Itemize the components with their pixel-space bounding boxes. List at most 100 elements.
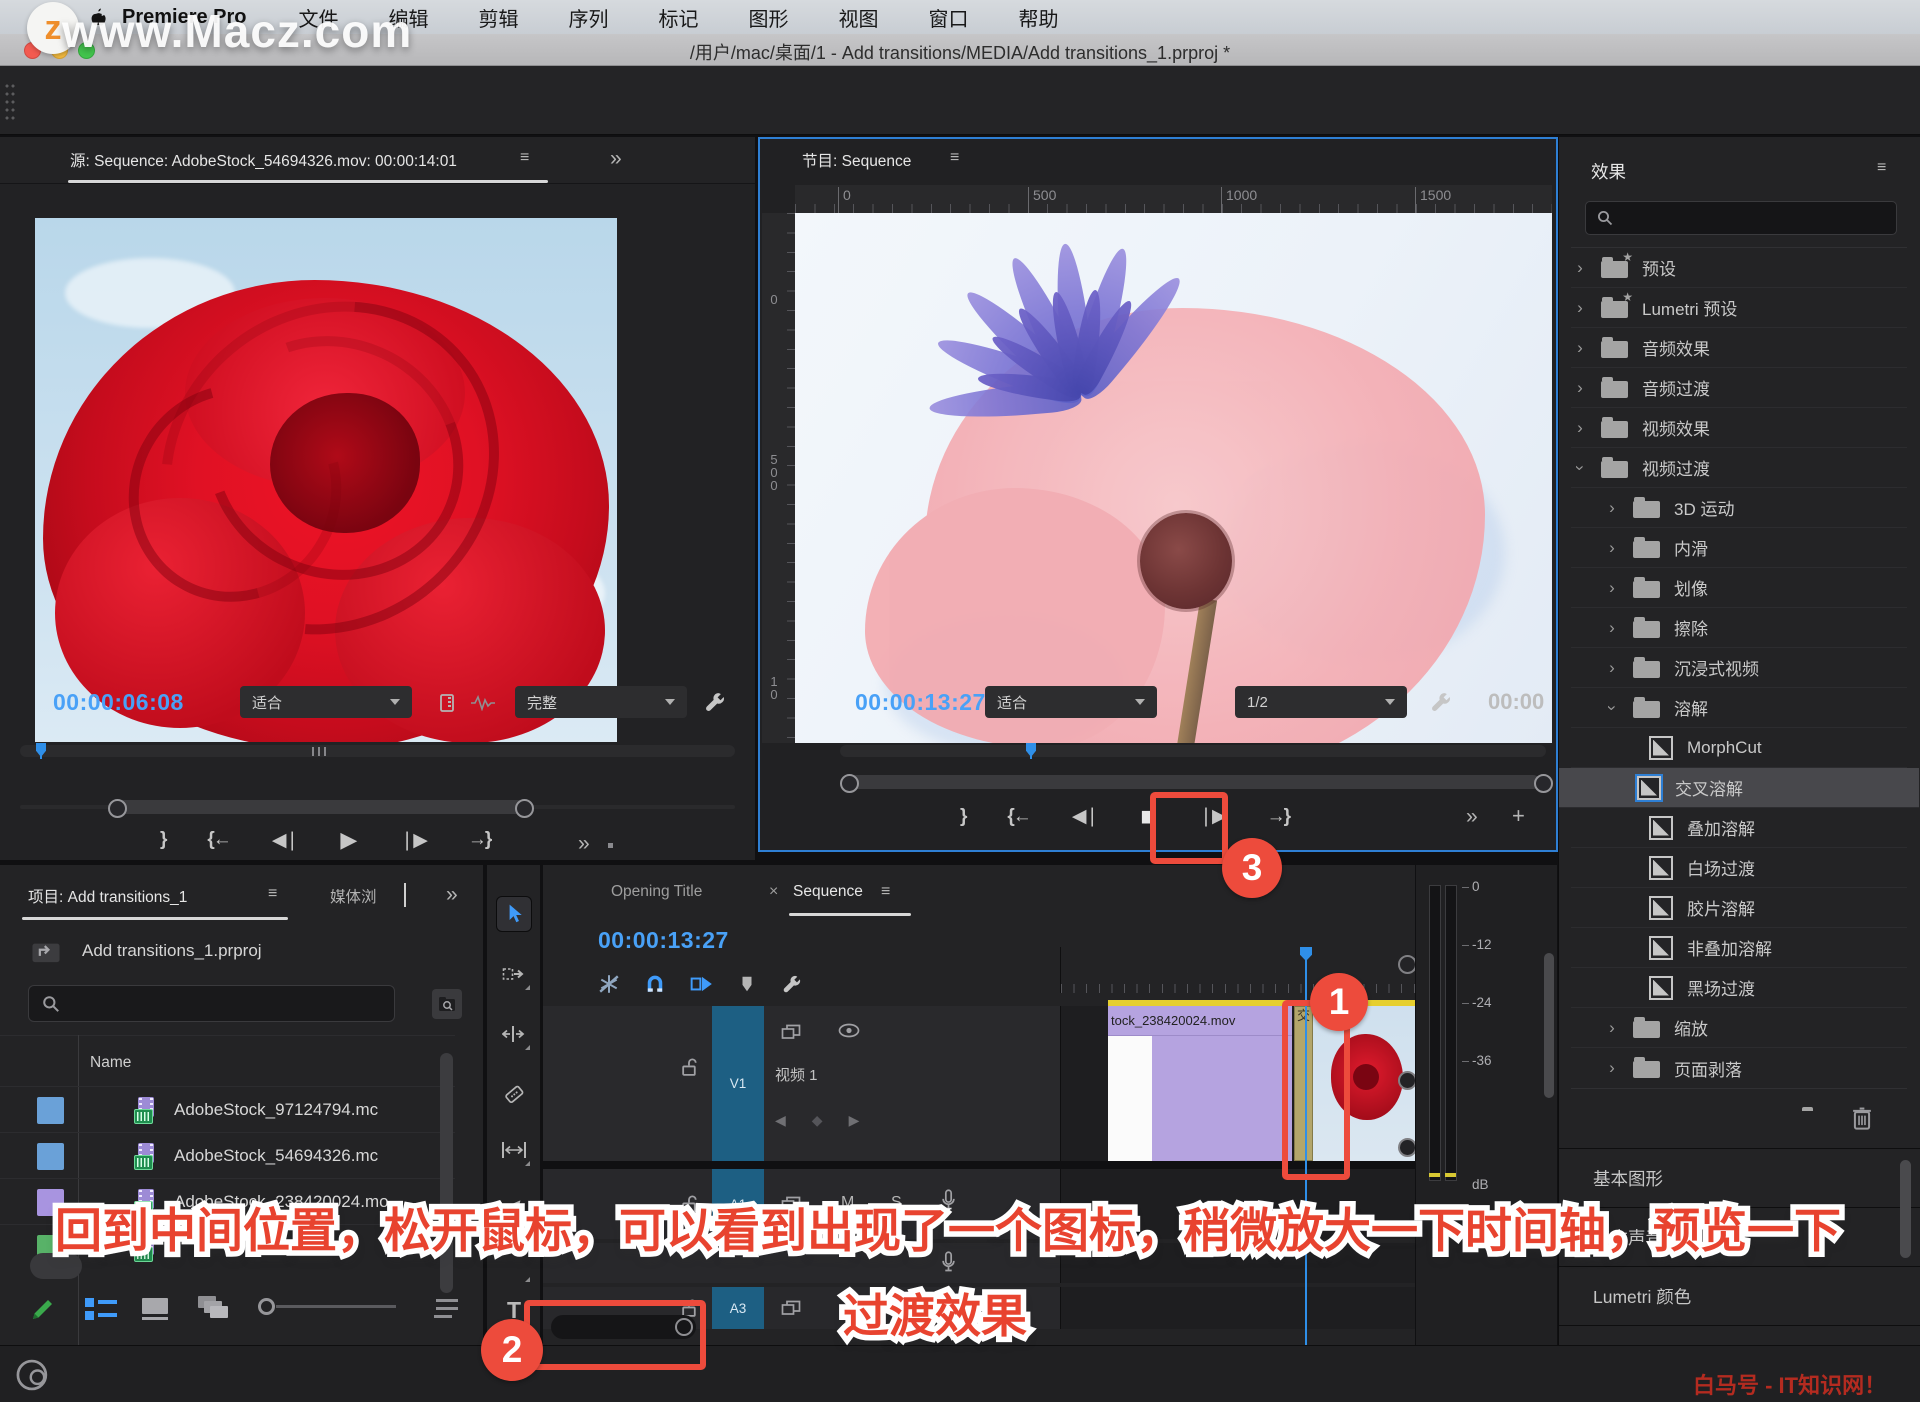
- goto-out-button[interactable]: →}: [468, 829, 490, 851]
- zoom-slider-knob[interactable]: [258, 1298, 275, 1315]
- fx-tree-item[interactable]: ›擦除: [1571, 608, 1907, 648]
- writable-pencil-icon[interactable]: [28, 1294, 58, 1324]
- track-lock-icon[interactable]: [681, 1058, 698, 1077]
- expand-icon[interactable]: ›: [1573, 258, 1587, 278]
- fx-tree-item[interactable]: ›沉浸式视频: [1571, 648, 1907, 688]
- icon-view-icon[interactable]: [140, 1296, 170, 1322]
- effects-search-input[interactable]: [1585, 201, 1897, 235]
- fx-tree-item[interactable]: 白场过渡: [1571, 848, 1907, 888]
- collapse-icon[interactable]: ›: [1570, 461, 1590, 475]
- step-back-button[interactable]: ◀❘: [1072, 805, 1099, 828]
- close-tab-icon[interactable]: ×: [769, 883, 778, 901]
- program-resolution-select[interactable]: 1/2: [1235, 686, 1407, 718]
- menu-item[interactable]: 序列: [569, 3, 609, 32]
- menu-item[interactable]: 帮助: [1019, 3, 1059, 32]
- project-search-input[interactable]: [28, 985, 395, 1022]
- drag-video-icon[interactable]: [437, 693, 459, 713]
- timeline-timecode[interactable]: 00:00:13:27: [598, 927, 729, 954]
- source-scrub-bar[interactable]: [20, 745, 735, 757]
- clip-adobestock-238420024[interactable]: tock_238420024.mov: [1108, 1006, 1292, 1161]
- delete-trash-icon[interactable]: [1851, 1105, 1873, 1131]
- source-transport-overflow-icon[interactable]: »: [578, 832, 590, 856]
- selection-tool[interactable]: [497, 897, 531, 931]
- search-in-folder-button[interactable]: [432, 989, 462, 1019]
- razor-tool[interactable]: [497, 1077, 531, 1111]
- project-media-row[interactable]: AdobeStock_54694326.mc: [0, 1132, 455, 1179]
- freeform-view-icon[interactable]: [196, 1294, 232, 1322]
- project-media-row[interactable]: AdobeStock_97124794.mc: [0, 1086, 455, 1133]
- track-header-v1[interactable]: V1 视频 1 ◀◆▶: [543, 1006, 1060, 1161]
- fx-tree-item[interactable]: ›内滑: [1571, 528, 1907, 568]
- track-target-v1[interactable]: V1: [712, 1006, 764, 1161]
- menu-item[interactable]: 视图: [839, 3, 879, 32]
- track-target-a3[interactable]: A3: [712, 1287, 764, 1329]
- menu-item[interactable]: 剪辑: [479, 3, 519, 32]
- project-file-name[interactable]: Add transitions_1.prproj: [82, 941, 262, 961]
- program-left-ruler[interactable]: 0 500 10: [762, 213, 795, 743]
- keyframe-nav[interactable]: ◀◆▶: [775, 1112, 859, 1129]
- play-button[interactable]: ▶: [340, 827, 357, 853]
- step-back-button[interactable]: ◀❘: [272, 829, 299, 852]
- timeline-scroll-knob[interactable]: [1398, 1138, 1415, 1157]
- fx-tree-item[interactable]: ›溶解: [1571, 688, 1907, 728]
- nest-sequence-icon[interactable]: [598, 973, 620, 995]
- source-button-editor-icon[interactable]: [608, 843, 613, 848]
- menu-item[interactable]: 窗口: [929, 3, 969, 32]
- program-settings-wrench-icon[interactable]: [1428, 690, 1452, 714]
- effects-panel-menu-icon[interactable]: ≡: [1877, 159, 1886, 177]
- expand-icon[interactable]: ›: [1573, 338, 1587, 358]
- program-zoom-bar[interactable]: [848, 775, 1540, 789]
- panel-tab-Lumetri 颜色[interactable]: Lumetri 颜色: [1559, 1266, 1920, 1325]
- source-panel-menu-icon[interactable]: ≡: [520, 149, 529, 167]
- program-scrub-bar[interactable]: [840, 745, 1546, 757]
- goto-in-button[interactable]: {←: [1007, 806, 1029, 828]
- fx-tree-item[interactable]: ›★预设: [1571, 248, 1907, 288]
- source-settings-wrench-icon[interactable]: [702, 690, 726, 714]
- fx-tree-item[interactable]: ›音频效果: [1571, 328, 1907, 368]
- mark-out-button[interactable]: }: [960, 806, 965, 828]
- fx-tree-item[interactable]: ›划像: [1571, 568, 1907, 608]
- fx-tree-item[interactable]: ›页面剥落: [1571, 1048, 1907, 1088]
- program-timecode[interactable]: 00:00:13:27: [855, 689, 986, 716]
- track-select-forward-tool[interactable]: [497, 957, 531, 991]
- timeline-tab-opening-title[interactable]: Opening Title: [611, 883, 702, 901]
- fx-tree-item[interactable]: 交叉溶解: [1559, 768, 1919, 808]
- menu-item[interactable]: 图形: [749, 3, 789, 32]
- source-overflow-icon[interactable]: »: [610, 147, 622, 171]
- program-button-editor-icon[interactable]: +: [1512, 803, 1525, 829]
- source-zoom-handle-right[interactable]: [515, 799, 534, 818]
- creative-cloud-icon[interactable]: [14, 1356, 52, 1394]
- sync-lock-icon[interactable]: [781, 1300, 801, 1316]
- timeline-tab-sequence[interactable]: Sequence: [793, 883, 863, 901]
- step-forward-button[interactable]: ❘▶: [399, 829, 426, 852]
- program-zoom-handle-right[interactable]: [1534, 774, 1553, 793]
- name-column-header[interactable]: Name: [90, 1054, 131, 1072]
- fx-tree-item[interactable]: 黑场过渡: [1571, 968, 1907, 1008]
- timeline-panel-menu-icon[interactable]: ≡: [881, 883, 890, 901]
- program-top-ruler[interactable]: 050010001500: [795, 185, 1552, 213]
- slip-tool[interactable]: [497, 1133, 531, 1167]
- timeline-scroll-knob[interactable]: [1398, 955, 1415, 974]
- track-name-v1[interactable]: 视频 1: [775, 1064, 818, 1085]
- sync-lock-icon[interactable]: [781, 1024, 801, 1040]
- expand-icon[interactable]: ›: [1573, 378, 1587, 398]
- list-view-icon[interactable]: [84, 1296, 118, 1322]
- expand-icon[interactable]: ›: [1605, 658, 1619, 678]
- program-zoom-handle-left[interactable]: [840, 774, 859, 793]
- add-marker-icon[interactable]: [738, 974, 756, 994]
- expand-icon[interactable]: ›: [1605, 538, 1619, 558]
- expand-icon[interactable]: ›: [1605, 1058, 1619, 1078]
- drag-audio-icon[interactable]: [470, 695, 496, 711]
- snap-magnet-icon[interactable]: [644, 973, 666, 995]
- source-zoom-select[interactable]: 适合: [240, 686, 412, 718]
- fx-tree-item[interactable]: ›视频过渡: [1571, 448, 1907, 488]
- goto-in-button[interactable]: {←: [207, 829, 229, 851]
- expand-icon[interactable]: ›: [1573, 418, 1587, 438]
- source-monitor-tab[interactable]: 源: Sequence: AdobeStock_54694326.mov: 00…: [70, 149, 457, 171]
- effects-scrollbar[interactable]: [1900, 1160, 1911, 1258]
- program-panel-menu-icon[interactable]: ≡: [950, 149, 959, 167]
- program-zoom-select[interactable]: 适合: [985, 686, 1157, 718]
- project-overflow-icon[interactable]: »: [446, 883, 458, 907]
- expand-icon[interactable]: ›: [1573, 298, 1587, 318]
- source-zoom-handle-left[interactable]: [108, 799, 127, 818]
